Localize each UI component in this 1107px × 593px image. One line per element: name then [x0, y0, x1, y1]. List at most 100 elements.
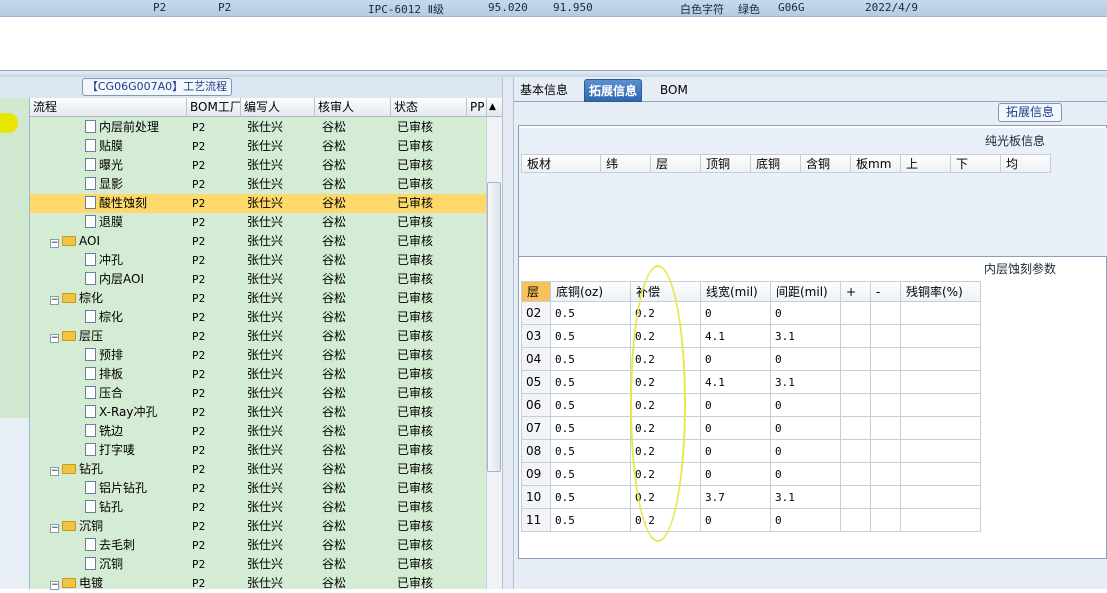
etch-param-cell[interactable]	[841, 348, 871, 371]
etch-param-cell[interactable]	[901, 348, 981, 371]
tree-group-row[interactable]: − 钻孔 P2 张仕兴 谷松 已审核	[30, 460, 486, 479]
etch-param-cell[interactable]	[871, 325, 901, 348]
etch-param-cell[interactable]: 07	[521, 417, 551, 440]
tree-step-row[interactable]: 曝光 P2 张仕兴 谷松 已审核	[30, 156, 486, 175]
etch-param-cell[interactable]: 0	[701, 463, 771, 486]
horizontal-splitter[interactable]	[0, 70, 1107, 77]
tree-step-row[interactable]: 显影 P2 张仕兴 谷松 已审核	[30, 175, 486, 194]
etch-param-cell[interactable]	[871, 371, 901, 394]
etch-param-cell[interactable]: 0.5	[551, 325, 631, 348]
etch-param-cell[interactable]	[871, 463, 901, 486]
etch-param-cell[interactable]	[841, 302, 871, 325]
etch-col-header[interactable]: 间距(mil)	[771, 281, 841, 302]
etch-param-cell[interactable]	[901, 417, 981, 440]
etch-param-cell[interactable]: 0.5	[551, 417, 631, 440]
etch-param-cell[interactable]: 03	[521, 325, 551, 348]
tree-step-row[interactable]: 内层AOI P2 张仕兴 谷松 已审核	[30, 270, 486, 289]
etch-param-cell[interactable]: 0	[701, 417, 771, 440]
etch-param-cell[interactable]: 08	[521, 440, 551, 463]
etch-param-cell[interactable]: 0.5	[551, 348, 631, 371]
tree-step-row[interactable]: 内层前处理 P2 张仕兴 谷松 已审核	[30, 118, 486, 137]
etch-param-cell[interactable]: 0	[771, 417, 841, 440]
vertical-splitter[interactable]	[502, 77, 514, 589]
etch-param-cell[interactable]	[841, 417, 871, 440]
etch-param-cell[interactable]	[841, 325, 871, 348]
col-header-bom[interactable]: BOM工厂	[187, 98, 241, 117]
etch-param-cell[interactable]: 0	[701, 509, 771, 532]
etch-param-cell[interactable]	[871, 302, 901, 325]
tree-group-row[interactable]: − 沉铜 P2 张仕兴 谷松 已审核	[30, 517, 486, 536]
etch-param-cell[interactable]	[871, 417, 901, 440]
col-header-pp[interactable]: PP	[467, 98, 487, 117]
etch-param-cell[interactable]: 02	[521, 302, 551, 325]
etch-param-cell[interactable]: 04	[521, 348, 551, 371]
collapse-icon[interactable]: −	[50, 334, 59, 343]
etch-param-cell[interactable]: 0.5	[551, 463, 631, 486]
bare-board-col-header[interactable]: 顶铜	[701, 154, 751, 173]
etch-param-cell[interactable]	[841, 394, 871, 417]
etch-param-cell[interactable]: 09	[521, 463, 551, 486]
etch-param-cell[interactable]	[901, 486, 981, 509]
tab-extended-info[interactable]: 拓展信息	[584, 79, 643, 102]
etch-param-cell[interactable]: 0.5	[551, 440, 631, 463]
tree-step-row[interactable]: 铝片钻孔 P2 张仕兴 谷松 已审核	[30, 479, 486, 498]
etch-param-cell[interactable]: 3.1	[771, 325, 841, 348]
etch-param-cell[interactable]	[871, 440, 901, 463]
etch-param-cell[interactable]: 0	[771, 348, 841, 371]
tree-step-row[interactable]: 冲孔 P2 张仕兴 谷松 已审核	[30, 251, 486, 270]
collapse-icon[interactable]: −	[50, 467, 59, 476]
bare-board-col-header[interactable]: 板mm	[851, 154, 901, 173]
etch-param-cell[interactable]: 3.1	[771, 371, 841, 394]
collapse-icon[interactable]: −	[50, 296, 59, 305]
etch-param-cell[interactable]	[901, 394, 981, 417]
etch-param-cell[interactable]: 0	[771, 440, 841, 463]
etch-param-cell[interactable]	[841, 463, 871, 486]
collapse-icon[interactable]: −	[50, 524, 59, 533]
etch-col-header[interactable]: 底铜(oz)	[551, 281, 631, 302]
bare-board-col-header[interactable]: 均	[1001, 154, 1051, 173]
etch-param-cell[interactable]	[901, 440, 981, 463]
tree-step-row[interactable]: X-Ray冲孔 P2 张仕兴 谷松 已审核	[30, 403, 486, 422]
tree-step-row[interactable]: 钻孔 P2 张仕兴 谷松 已审核	[30, 498, 486, 517]
etch-col-header[interactable]: 线宽(mil)	[701, 281, 771, 302]
scrollbar-thumb[interactable]	[487, 182, 501, 472]
tree-step-row[interactable]: 排板 P2 张仕兴 谷松 已审核	[30, 365, 486, 384]
col-header-writer[interactable]: 编写人	[241, 98, 315, 117]
tree-step-row[interactable]: 去毛刺 P2 张仕兴 谷松 已审核	[30, 536, 486, 555]
etch-param-cell[interactable]: 0	[771, 509, 841, 532]
bare-board-col-header[interactable]: 底铜	[751, 154, 801, 173]
tree-step-row[interactable]: 退膜 P2 张仕兴 谷松 已审核	[30, 213, 486, 232]
etch-col-header[interactable]: 层	[521, 281, 551, 302]
etch-param-cell[interactable]: 0	[701, 302, 771, 325]
bare-board-col-header[interactable]: 上	[901, 154, 951, 173]
etch-param-cell[interactable]	[901, 509, 981, 532]
etch-col-header[interactable]: +	[841, 281, 871, 302]
tree-group-row[interactable]: − 电镀 P2 张仕兴 谷松 已审核	[30, 574, 486, 593]
etch-param-cell[interactable]: 0.5	[551, 509, 631, 532]
etch-param-cell[interactable]	[901, 463, 981, 486]
etch-param-cell[interactable]	[871, 486, 901, 509]
etch-param-cell[interactable]: 0	[701, 348, 771, 371]
etch-param-cell[interactable]: 3.1	[771, 486, 841, 509]
etch-param-cell[interactable]: 0.5	[551, 394, 631, 417]
etch-param-cell[interactable]: 0	[701, 394, 771, 417]
etch-param-cell[interactable]: 4.1	[701, 325, 771, 348]
etch-param-cell[interactable]: 10	[521, 486, 551, 509]
etch-param-cell[interactable]: 05	[521, 371, 551, 394]
bare-board-col-header[interactable]: 层	[651, 154, 701, 173]
tree-step-row[interactable]: 贴膜 P2 张仕兴 谷松 已审核	[30, 137, 486, 156]
etch-param-cell[interactable]: 0.5	[551, 302, 631, 325]
bare-board-col-header[interactable]: 纬	[601, 154, 651, 173]
tab-basic-info[interactable]: 基本信息	[516, 79, 572, 102]
etch-col-header[interactable]: 残铜率(%)	[901, 281, 981, 302]
etch-param-cell[interactable]	[841, 371, 871, 394]
etch-param-cell[interactable]: 0	[701, 440, 771, 463]
etch-param-cell[interactable]: 11	[521, 509, 551, 532]
tree-group-row[interactable]: − 层压 P2 张仕兴 谷松 已审核	[30, 327, 486, 346]
etch-param-cell[interactable]	[871, 509, 901, 532]
scroll-up-icon[interactable]: ▲	[487, 98, 502, 117]
etch-param-cell[interactable]: 06	[521, 394, 551, 417]
bare-board-col-header[interactable]: 下	[951, 154, 1001, 173]
tree-step-row[interactable]: 预排 P2 张仕兴 谷松 已审核	[30, 346, 486, 365]
etch-param-cell[interactable]	[901, 325, 981, 348]
